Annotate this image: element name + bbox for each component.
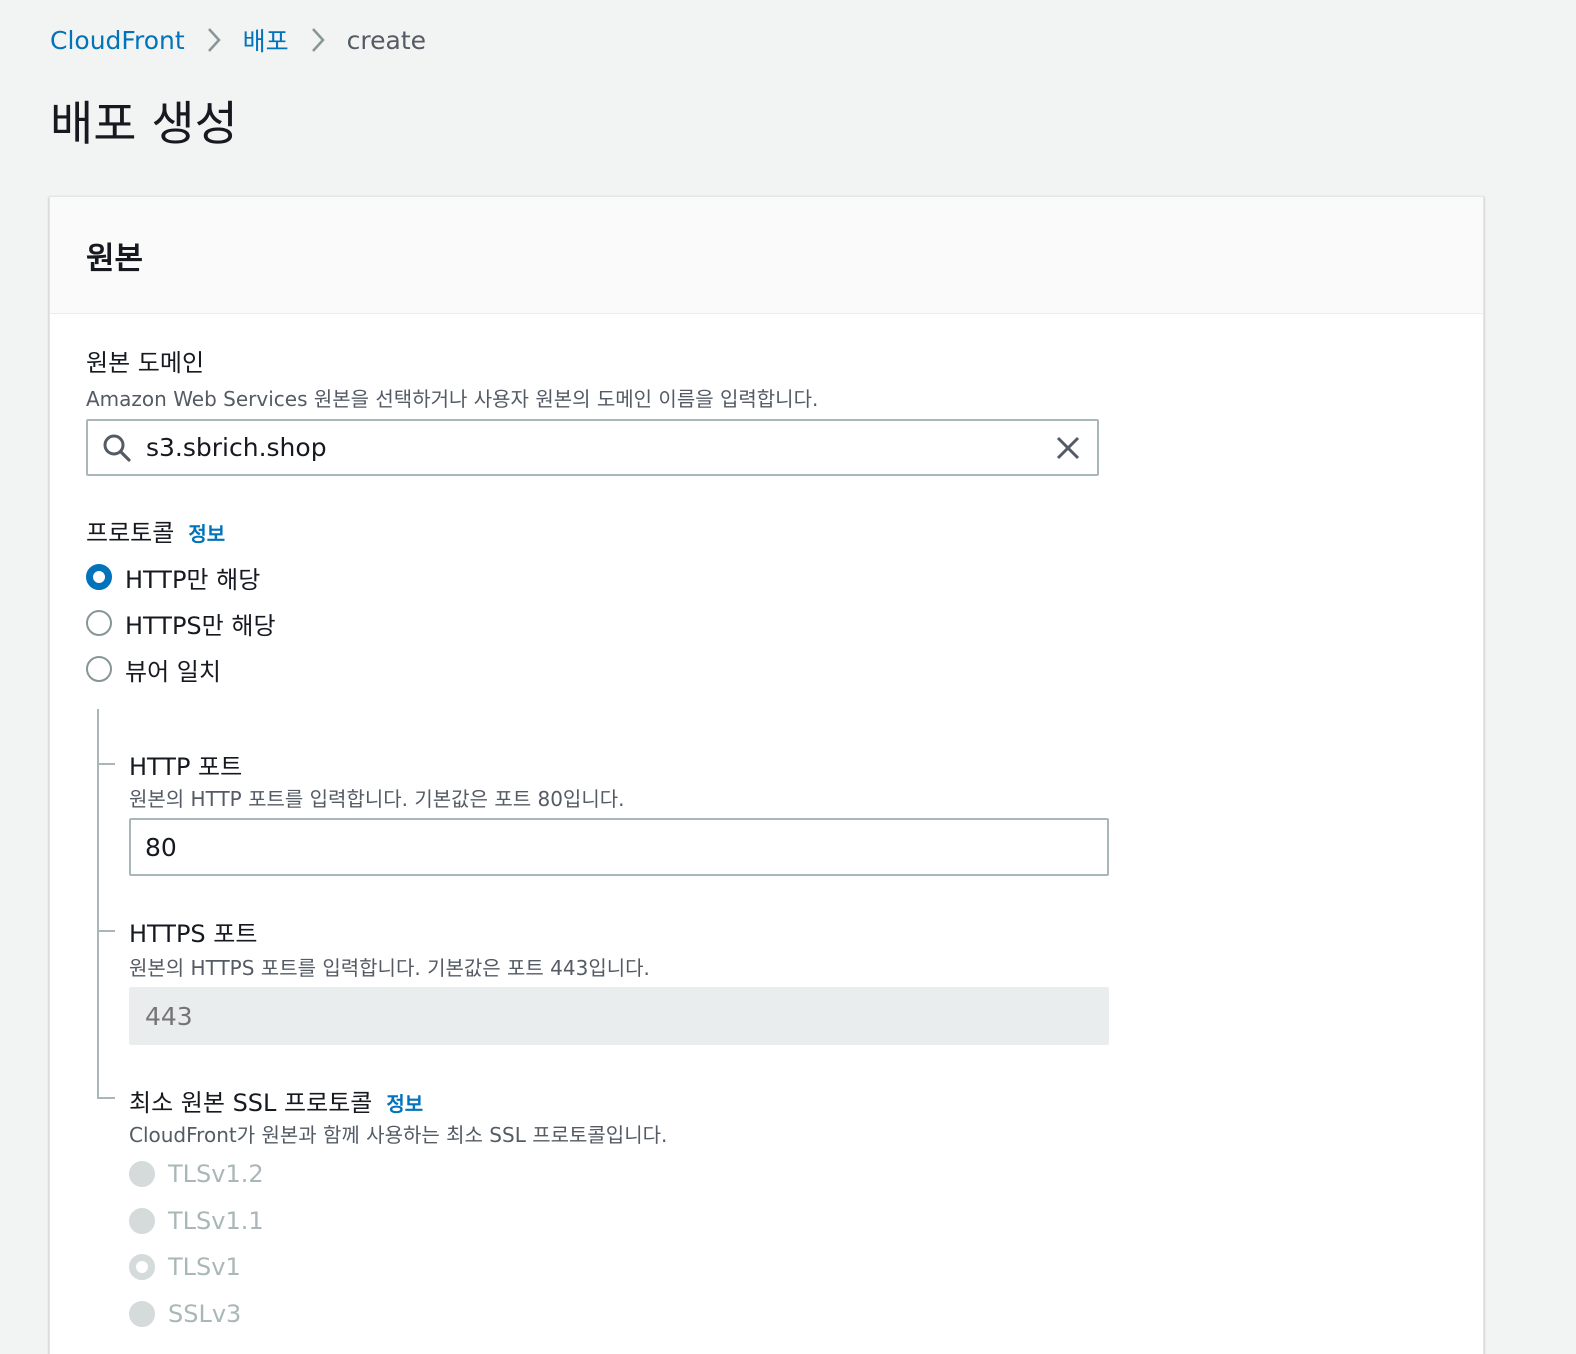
protocol-option-match-viewer[interactable]: 뷰어 일치 xyxy=(86,652,221,686)
page-title: 배포 생성 xyxy=(50,97,238,152)
origin-domain-input[interactable] xyxy=(146,421,1039,474)
protocol-label-row: 프로토콜 정보 xyxy=(86,513,225,548)
protocol-label: 프로토콜 xyxy=(86,519,175,547)
https-port-input[interactable] xyxy=(129,987,1109,1045)
radio-button[interactable] xyxy=(129,1254,155,1280)
radio-label: 뷰어 일치 xyxy=(125,657,221,686)
radio-label: TLSv1.2 xyxy=(168,1160,264,1188)
radio-label: TLSv1.1 xyxy=(168,1207,264,1235)
http-port-input[interactable] xyxy=(129,818,1109,876)
origin-panel-title: 원본 xyxy=(86,240,144,277)
radio-button[interactable] xyxy=(86,610,112,636)
chevron-right-icon xyxy=(289,22,347,58)
origin-domain-description: Amazon Web Services 원본을 선택하거나 사용자 원본의 도메… xyxy=(86,387,819,411)
ssl-option-tlsv1-2[interactable]: TLSv1.2 xyxy=(129,1157,264,1191)
breadcrumb: CloudFront 배포 create xyxy=(50,22,426,58)
ssl-protocol-description: CloudFront가 원본과 함께 사용하는 최소 SSL 프로토콜입니다. xyxy=(129,1123,668,1147)
radio-button[interactable] xyxy=(129,1301,155,1327)
radio-button[interactable] xyxy=(129,1208,155,1234)
radio-label: HTTP만 해당 xyxy=(125,565,261,594)
protocol-option-https-only[interactable]: HTTPS만 해당 xyxy=(86,606,276,640)
breadcrumb-current: create xyxy=(346,25,427,55)
origin-panel-header: 원본 xyxy=(50,197,1483,314)
search-icon xyxy=(88,421,146,474)
protocol-info-link[interactable]: 정보 xyxy=(188,518,225,547)
chevron-right-icon xyxy=(185,22,243,58)
origin-panel: 원본 원본 도메인 Amazon Web Services 원본을 선택하거나 … xyxy=(49,196,1484,1354)
radio-label: SSLv3 xyxy=(168,1300,242,1328)
radio-label: TLSv1 xyxy=(168,1253,241,1281)
ssl-option-sslv3[interactable]: SSLv3 xyxy=(129,1297,241,1331)
https-port-label: HTTPS 포트 xyxy=(129,920,258,948)
radio-button[interactable] xyxy=(129,1161,155,1187)
ssl-option-tlsv1-1[interactable]: TLSv1.1 xyxy=(129,1204,264,1238)
ssl-protocol-info-link[interactable]: 정보 xyxy=(386,1088,423,1117)
origin-domain-search xyxy=(86,419,1099,476)
tree-connector-tick xyxy=(97,1097,115,1099)
protocol-option-http-only[interactable]: HTTP만 해당 xyxy=(86,560,260,594)
breadcrumb-distributions-link[interactable]: 배포 xyxy=(243,22,289,58)
https-port-description: 원본의 HTTPS 포트를 입력합니다. 기본값은 포트 443입니다. xyxy=(129,956,650,980)
tree-connector-line xyxy=(97,709,99,1099)
radio-label: HTTPS만 해당 xyxy=(125,611,276,640)
radio-button[interactable] xyxy=(86,656,112,682)
http-port-label: HTTP 포트 xyxy=(129,753,243,781)
radio-button[interactable] xyxy=(86,564,112,590)
clear-icon[interactable] xyxy=(1039,421,1097,474)
ssl-protocol-label: 최소 원본 SSL 프로토콜 xyxy=(129,1089,373,1117)
ssl-option-tlsv1[interactable]: TLSv1 xyxy=(129,1250,241,1284)
breadcrumb-cloudfront-link[interactable]: CloudFront xyxy=(50,26,185,55)
ssl-protocol-label-row: 최소 원본 SSL 프로토콜 정보 xyxy=(129,1083,423,1118)
origin-domain-label: 원본 도메인 xyxy=(86,349,205,377)
tree-connector-tick xyxy=(97,763,115,765)
tree-connector-tick xyxy=(97,930,115,932)
http-port-description: 원본의 HTTP 포트를 입력합니다. 기본값은 포트 80입니다. xyxy=(129,787,625,811)
